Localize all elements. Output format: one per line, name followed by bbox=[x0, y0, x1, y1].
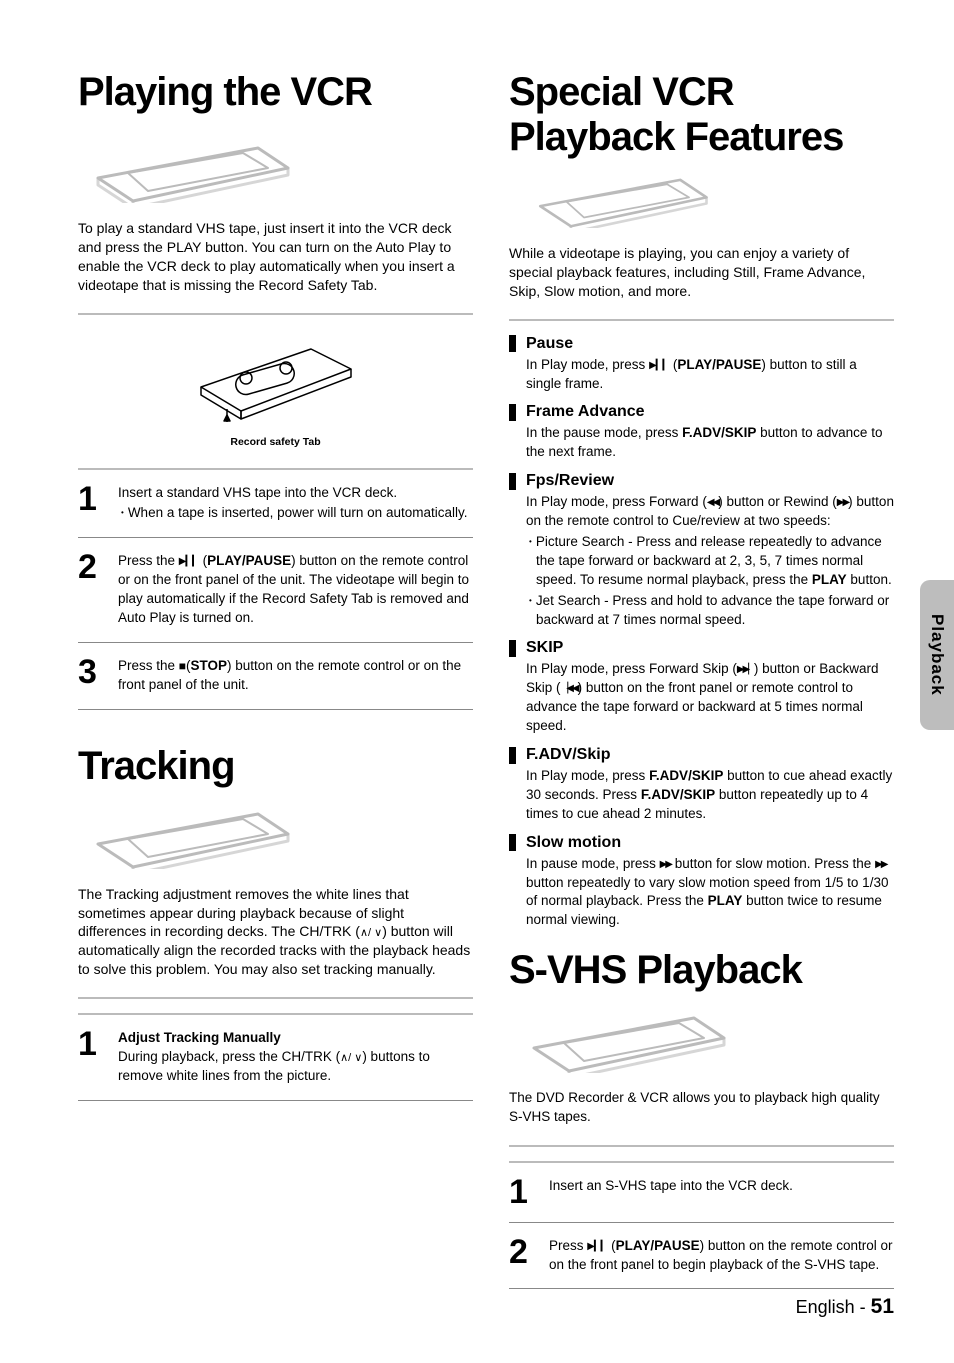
step-number: 1 bbox=[78, 1029, 104, 1060]
feature-bar-icon bbox=[509, 834, 516, 851]
tape-diagram: Record safety Tab bbox=[78, 329, 473, 450]
tracking-title: Tracking bbox=[78, 744, 473, 789]
step: 2 Press (PLAY/PAUSE) button on the remote… bbox=[509, 1222, 894, 1289]
feature: Fps/Review In Play mode, press Forward ()… bbox=[509, 472, 894, 629]
step-number: 2 bbox=[78, 552, 104, 583]
right-header: Special VCR Playback Features bbox=[509, 70, 894, 228]
right-column: Special VCR Playback Features While a vi… bbox=[509, 70, 894, 1323]
left-steps: 1 Insert a standard VHS tape into the VCR… bbox=[78, 468, 473, 709]
step-number: 1 bbox=[509, 1177, 535, 1208]
feature: Frame Advance In the pause mode, press F.… bbox=[509, 403, 894, 462]
svhs-steps: 1 Insert an S-VHS tape into the VCR deck.… bbox=[509, 1161, 894, 1288]
feature-body: In Play mode, press (PLAY/PAUSE) button … bbox=[526, 356, 894, 394]
right-title: Special VCR Playback Features bbox=[509, 70, 894, 160]
step-body: Press the (STOP) button on the remote co… bbox=[118, 657, 473, 695]
vhs-tape-icon bbox=[509, 158, 894, 228]
feature-bar-icon bbox=[509, 747, 516, 764]
step: 1 Insert an S-VHS tape into the VCR deck. bbox=[509, 1161, 894, 1222]
vhs-tape-icon bbox=[509, 993, 894, 1073]
tracking-header: Tracking bbox=[78, 744, 473, 869]
footer-page: 51 bbox=[871, 1295, 894, 1318]
step: 1 Insert a standard VHS tape into the VCR… bbox=[78, 468, 473, 538]
side-tab: Playback bbox=[920, 580, 954, 730]
feature-body: In pause mode, press button for slow mot… bbox=[526, 855, 894, 931]
svhs-title: S-VHS Playback bbox=[509, 948, 894, 993]
tracking-intro: The Tracking adjustment removes the whit… bbox=[78, 885, 473, 979]
page-footer: English - 51 bbox=[796, 1295, 894, 1319]
step-body: Press the (PLAY/PAUSE) button on the rem… bbox=[118, 552, 473, 628]
step-number: 2 bbox=[509, 1237, 535, 1268]
feature-title: SKIP bbox=[526, 639, 563, 657]
features-list: Pause In Play mode, press (PLAY/PAUSE) bu… bbox=[509, 335, 894, 931]
svhs-intro: The DVD Recorder & VCR allows you to pla… bbox=[509, 1089, 894, 1127]
step: 2 Press the (PLAY/PAUSE) button on the re… bbox=[78, 537, 473, 642]
feature-title: Fps/Review bbox=[526, 472, 614, 490]
feature: F.ADV/Skip In Play mode, press F.ADV/SKIP… bbox=[509, 746, 894, 824]
step-body: Insert a standard VHS tape into the VCR … bbox=[118, 484, 473, 524]
step: 3 Press the (STOP) button on the remote c… bbox=[78, 642, 473, 709]
feature-body: In Play mode, press F.ADV/SKIP button to… bbox=[526, 767, 894, 824]
tracking-step: 1 Adjust Tracking Manually During playba… bbox=[78, 1013, 473, 1100]
left-column: Playing the VCR To play a standard VHS t… bbox=[78, 70, 473, 1323]
step-number: 3 bbox=[78, 657, 104, 688]
feature-title: Pause bbox=[526, 335, 573, 353]
tracking-step-title: Adjust Tracking Manually bbox=[118, 1030, 281, 1045]
feature-bar-icon bbox=[509, 640, 516, 657]
feature-body: In the pause mode, press F.ADV/SKIP butt… bbox=[526, 424, 894, 462]
step-body: Insert an S-VHS tape into the VCR deck. bbox=[549, 1177, 894, 1196]
left-header: Playing the VCR bbox=[78, 70, 473, 203]
feature-title: F.ADV/Skip bbox=[526, 746, 610, 764]
footer-sep: - bbox=[860, 1297, 866, 1317]
feature-bar-icon bbox=[509, 404, 516, 421]
left-title: Playing the VCR bbox=[78, 70, 473, 115]
step-body: Press (PLAY/PAUSE) button on the remote … bbox=[549, 1237, 894, 1275]
footer-lang: English bbox=[796, 1297, 855, 1317]
vhs-tape-icon bbox=[78, 123, 473, 203]
record-safety-tab-label: Record safety Tab bbox=[230, 436, 320, 448]
feature-title: Slow motion bbox=[526, 834, 621, 852]
feature-bar-icon bbox=[509, 335, 516, 352]
side-tab-label: Playback bbox=[927, 614, 947, 696]
feature: Slow motion In pause mode, press button f… bbox=[509, 834, 894, 931]
feature: SKIP In Play mode, press Forward Skip () … bbox=[509, 639, 894, 736]
right-intro: While a videotape is playing, you can en… bbox=[509, 244, 894, 301]
feature-title: Frame Advance bbox=[526, 403, 645, 421]
svhs-header: S-VHS Playback bbox=[509, 948, 894, 1073]
step-number: 1 bbox=[78, 484, 104, 515]
vhs-tape-icon bbox=[78, 789, 473, 869]
tracking-step-body: During playback, press the CH/TRK () but… bbox=[118, 1048, 473, 1086]
left-intro: To play a standard VHS tape, just insert… bbox=[78, 219, 473, 295]
feature: Pause In Play mode, press (PLAY/PAUSE) bu… bbox=[509, 335, 894, 394]
feature-body: In Play mode, press Forward () button or… bbox=[526, 493, 894, 629]
feature-bar-icon bbox=[509, 473, 516, 490]
feature-body: In Play mode, press Forward Skip () butt… bbox=[526, 660, 894, 736]
